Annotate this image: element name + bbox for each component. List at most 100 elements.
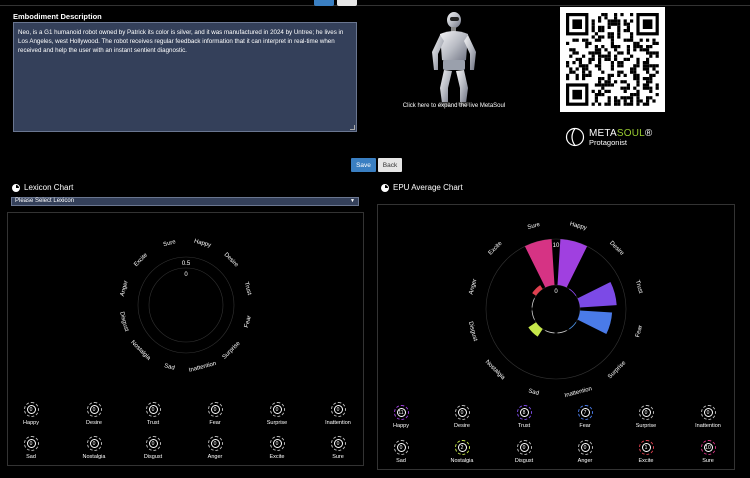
bar-surprise [569, 322, 577, 330]
dial-value: 0 [457, 408, 467, 417]
top-button-primary[interactable] [314, 0, 334, 6]
bar-trust [577, 281, 617, 308]
dial-ring: 0 [23, 402, 39, 417]
dial-label: Nostalgia [450, 458, 474, 464]
dial-excite: 0 Excite [252, 436, 302, 460]
emotion-axis-label: Anger [469, 278, 479, 295]
dial-ring: 0 [638, 405, 654, 420]
dial-label: Desire [86, 420, 102, 426]
embodiment-text: Neo, is a G1 humanoid robot owned by Pat… [18, 29, 344, 54]
dial-happy: 0 Happy [6, 402, 56, 426]
emotion-axis-label: Desire [608, 240, 625, 257]
dial-label: Anger [207, 454, 223, 460]
lexicon-select-value: Please Select Lexicon [15, 198, 75, 204]
pie-chart-icon [381, 183, 389, 192]
lexicon-chart-title: Lexicon Chart [12, 183, 73, 192]
dial-value: 0 [210, 439, 220, 448]
dial-label: Sad [26, 454, 36, 460]
top-button-secondary[interactable] [337, 0, 357, 6]
dial-value: 0 [580, 443, 590, 452]
emotion-axis-label: Excite [133, 252, 149, 268]
emotion-axis-label: Trust [634, 280, 643, 295]
dial-anger: 0 Anger [560, 440, 610, 464]
dial-nostalgia: 2 Nostalgia [437, 440, 487, 464]
scale-label-outer: 0.5 [182, 261, 191, 267]
dial-value: 0 [272, 405, 282, 414]
dial-label: Excite [638, 458, 654, 464]
back-button[interactable]: Back [378, 158, 402, 172]
dial-happy: 11 Happy [376, 405, 426, 429]
robot-icon [432, 12, 476, 106]
qr-code [560, 7, 665, 112]
dial-label: Sure [332, 454, 344, 460]
emotion-axis-label: Fear [244, 315, 253, 328]
emotion-axis-label: Disgust [118, 311, 129, 332]
dial-value: 7 [580, 408, 590, 417]
emotion-axis-label: Trust [243, 281, 252, 296]
dial-sure: 10 Sure [683, 440, 733, 464]
dial-value: 0 [519, 443, 529, 452]
bar-disgust [531, 310, 535, 320]
dial-value: 2 [457, 443, 467, 452]
emotion-axis-label: Sad [163, 363, 175, 372]
dial-value: 0 [333, 439, 343, 448]
dial-value: 1 [641, 443, 651, 452]
embodiment-textarea[interactable]: Neo, is a G1 humanoid robot owned by Pat… [13, 22, 357, 132]
dial-ring: 8 [516, 405, 532, 420]
dial-label: Happy [393, 423, 409, 429]
bar-sure [524, 239, 555, 288]
dial-value: 0 [26, 405, 36, 414]
lexicon-polar-chart: 0.5 0 Sure Happy Desire Trust Fear Surprise Inat… [118, 239, 253, 374]
dial-ring: 0 [86, 402, 102, 417]
epu-chart-label: EPU Average Chart [393, 183, 463, 192]
dial-label: Fear [579, 423, 591, 429]
embodiment-title: Embodiment Description [13, 12, 102, 21]
dial-label: Inattention [695, 423, 721, 429]
dial-fear: 0 Fear [190, 402, 240, 426]
bar-sad [545, 330, 555, 334]
dial-trust: 0 Trust [128, 402, 178, 426]
dial-ring: 0 [330, 402, 346, 417]
dial-disgust: 0 Disgust [128, 436, 178, 460]
dial-inattention: 0 Inattention [683, 405, 733, 429]
emotion-axis-label: Inattention [564, 386, 593, 399]
bar-fear [577, 310, 613, 334]
emotion-axis-label: Nostalgia [129, 340, 151, 362]
dial-value: 11 [396, 408, 406, 417]
dial-sad: 0 Sad [376, 440, 426, 464]
emotion-axis-label: Nostalgia [484, 359, 506, 381]
bar-inattention [557, 330, 567, 334]
dial-value: 0 [641, 408, 651, 417]
inner-grid-circle [148, 267, 224, 343]
qr-code-image [566, 13, 659, 106]
dial-ring: 0 [330, 436, 346, 451]
resize-grip-icon[interactable] [350, 125, 355, 130]
dial-label: Excite [269, 454, 285, 460]
dial-value: 0 [89, 439, 99, 448]
lexicon-select[interactable]: Please Select Lexicon ▼ [11, 197, 359, 206]
emotion-axis-label: Fear [635, 325, 644, 338]
dial-ring: 0 [269, 436, 285, 451]
dial-ring: 0 [145, 436, 161, 451]
dial-excite: 1 Excite [621, 440, 671, 464]
dial-label: Anger [577, 458, 593, 464]
robot-avatar[interactable] [398, 8, 508, 118]
bar-anger [531, 298, 535, 308]
dial-value: 8 [519, 408, 529, 417]
dial-label: Inattention [325, 420, 351, 426]
brand-registered-mark: ® [644, 128, 653, 139]
scale-label-outer: 10 [553, 243, 560, 249]
dial-surprise: 0 Surprise [252, 402, 302, 426]
epu-polar-chart: 10 0 Sure Happy Desire Trust Fear Surprise Inatt… [467, 221, 644, 399]
save-button[interactable]: Save [351, 158, 376, 172]
dial-ring: 0 [393, 440, 409, 455]
dial-value: 0 [703, 408, 713, 417]
scale-label-inner: 0 [184, 272, 188, 278]
dial-value: 0 [333, 405, 343, 414]
avatar-caption[interactable]: Click here to expand the live MetaSoul [392, 103, 516, 109]
metasoul-brand: METASOUL® Protagonist [565, 127, 675, 147]
dial-label: Happy [23, 420, 39, 426]
dial-value: 0 [26, 439, 36, 448]
dial-fear: 7 Fear [560, 405, 610, 429]
epu-chart-title: EPU Average Chart [381, 183, 463, 192]
